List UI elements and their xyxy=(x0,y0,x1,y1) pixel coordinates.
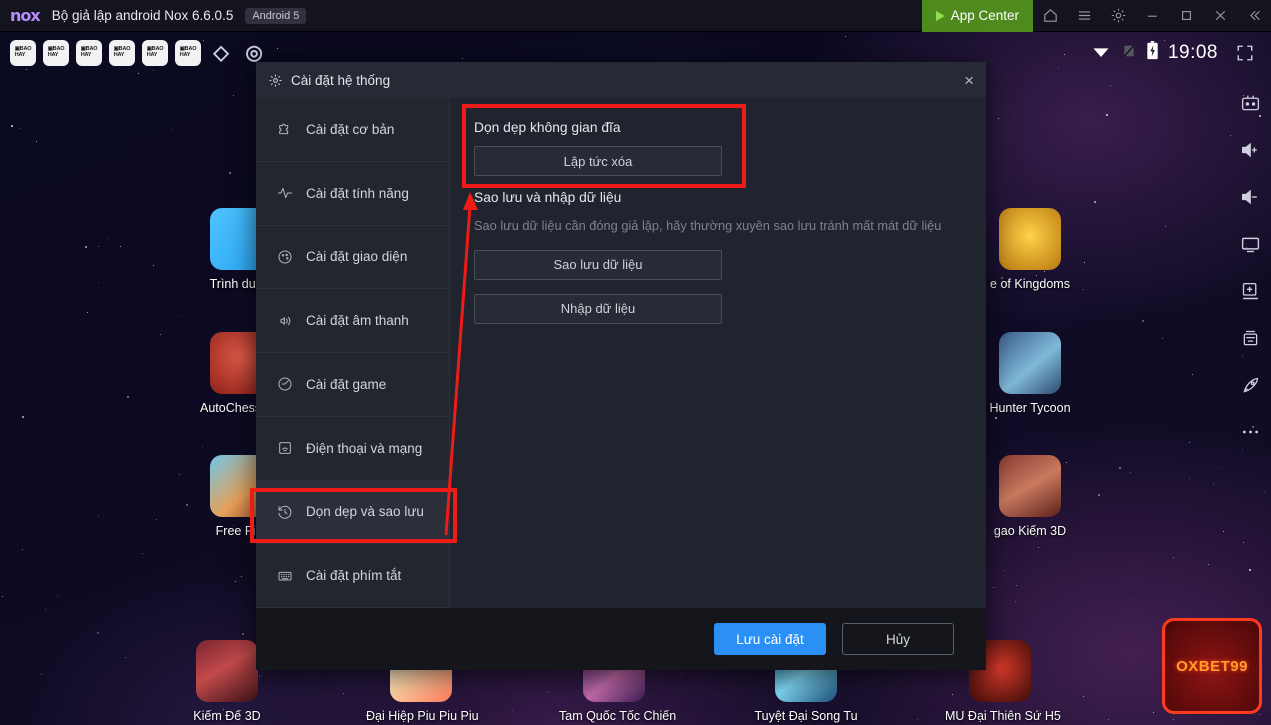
quick-icon-bao-hay[interactable]: ▣BAO HAY xyxy=(142,40,168,66)
section-title: Sao lưu và nhập dữ liệu xyxy=(474,190,622,205)
close-icon[interactable] xyxy=(1203,0,1237,32)
gamepad-icon xyxy=(276,376,293,392)
window-title: Bộ giả lập android Nox 6.6.0.5 xyxy=(51,8,234,23)
sidebar-item-label: Cài đặt âm thanh xyxy=(306,313,409,329)
quick-icon-bao-hay[interactable]: ▣BAO HAY xyxy=(109,40,135,66)
menu-icon[interactable] xyxy=(1067,0,1101,32)
sidebar-item-8[interactable]: Cài đặt phím tắt xyxy=(256,544,449,608)
more-options-icon[interactable] xyxy=(1236,417,1266,447)
quick-icon-bao-hay[interactable]: ▣BAO HAY xyxy=(76,40,102,66)
desktop-icon-label: Tam Quốc Tốc Chiến xyxy=(559,709,677,723)
settings-sidebar: Cài đặt cơ bản Cài đặt tính năng Cài đặt g… xyxy=(256,98,450,608)
emulator-side-toolbar xyxy=(1230,74,1271,694)
quick-icon-bao-hay[interactable]: ▣BAO HAY xyxy=(43,40,69,66)
desktop-icon-label: e of Kingdoms xyxy=(990,277,1070,291)
desktop-icon-label: Kiếm Đế 3D xyxy=(193,709,261,723)
app-center-button[interactable]: App Center xyxy=(921,0,1033,32)
section-action-button[interactable]: Sao lưu dữ liệu xyxy=(474,249,722,280)
app-icon-art xyxy=(999,455,1061,517)
desktop-icon-label: Hunter Tycoon xyxy=(989,401,1071,415)
desktop-icon-label: Tuyệt Đại Song Tu xyxy=(754,709,858,723)
volume-up-icon[interactable] xyxy=(1236,135,1266,165)
sidebar-item-label: Cài đặt phím tắt xyxy=(306,568,402,584)
section-description: Sao lưu dữ liệu cần đóng giả lập, hãy th… xyxy=(474,218,942,233)
section-action-button[interactable]: Lập tức xóa xyxy=(474,146,722,176)
quick-launch-icons: ▣BAO HAY ▣BAO HAY ▣BAO HAY ▣BAO HAY ▣BAO HAY … xyxy=(10,40,267,66)
sidebar-item-4[interactable]: Cài đặt âm thanh xyxy=(256,289,449,353)
sidebar-item-label: Cài đặt giao diện xyxy=(306,249,408,265)
maximize-icon[interactable] xyxy=(1169,0,1203,32)
nox-logo: nox xyxy=(10,6,41,25)
save-settings-button[interactable]: Lưu cài đặt xyxy=(714,623,826,655)
quick-icon-bao-hay[interactable]: ▣BAO HAY xyxy=(175,40,201,66)
desktop-icon[interactable]: gao Kiếm 3D xyxy=(975,455,1085,538)
dialog-title: Cài đặt hệ thống xyxy=(291,72,391,88)
app-center-label: App Center xyxy=(950,8,1019,23)
signal-icon xyxy=(1121,42,1137,65)
system-settings-dialog: Cài đặt hệ thống × Cài đặt cơ bản Cài đặt… xyxy=(256,62,986,670)
dialog-footer: Lưu cài đặt Hủy xyxy=(256,608,986,670)
oxbet99-label: OXBET99 xyxy=(1176,657,1248,675)
volume-down-icon[interactable] xyxy=(1236,182,1266,212)
android-version-badge: Android 5 xyxy=(245,7,307,24)
minimize-icon[interactable] xyxy=(1135,0,1169,32)
gear-icon xyxy=(268,73,283,88)
section-action-button[interactable]: Nhập dữ liệu xyxy=(474,293,722,324)
boost-icon[interactable] xyxy=(1236,370,1266,400)
sidebar-item-label: Điện thoại và mạng xyxy=(306,440,423,456)
desktop-icon[interactable]: Hunter Tycoon xyxy=(975,332,1085,415)
fullscreen-icon[interactable] xyxy=(1227,35,1263,71)
desktop-icon-label: MU Đại Thiên Sứ H5 xyxy=(945,709,1061,723)
desktop-icon-label: gao Kiếm 3D xyxy=(993,524,1067,538)
status-clock: 19:08 xyxy=(1167,42,1218,63)
sidebar-item-6[interactable]: Điện thoại và mạng xyxy=(256,417,449,481)
home-icon[interactable] xyxy=(1033,0,1067,32)
screenshot-icon[interactable] xyxy=(1236,229,1266,259)
palette-icon xyxy=(276,249,293,265)
multi-instance-icon[interactable] xyxy=(1236,323,1266,353)
settings-content-panel: Dọn dẹp không gian đĩa Lập tức xóa Sao lưu… xyxy=(450,98,986,608)
battery-charging-icon xyxy=(1146,41,1159,65)
settings-section: Dọn dẹp không gian đĩa Lập tức xóa xyxy=(474,120,962,176)
desktop-icon-label: Đại Hiệp Piu Piu Piu xyxy=(366,709,479,723)
oxbet99-widget[interactable]: OXBET99 xyxy=(1162,618,1262,714)
diamond-icon[interactable]: ◇ xyxy=(208,40,234,66)
dialog-titlebar: Cài đặt hệ thống × xyxy=(256,62,986,98)
keyboard-icon xyxy=(276,568,293,584)
close-icon[interactable]: × xyxy=(964,72,974,89)
window-titlebar: nox Bộ giả lập android Nox 6.6.0.5 Andro… xyxy=(0,0,1271,32)
app-icon-art xyxy=(999,208,1061,270)
app-icon-art xyxy=(999,332,1061,394)
play-icon xyxy=(935,10,945,21)
sidebar-item-label: Cài đặt tính năng xyxy=(306,185,409,201)
install-apk-icon[interactable] xyxy=(1236,276,1266,306)
collapse-icon[interactable] xyxy=(1237,0,1271,32)
gear-icon[interactable] xyxy=(1101,0,1135,32)
sidebar-item-3[interactable]: Cài đặt giao diện xyxy=(256,226,449,290)
sound-icon xyxy=(276,313,293,329)
sidebar-item-label: Cài đặt cơ bản xyxy=(306,121,395,137)
keyboard-mapping-icon[interactable] xyxy=(1236,88,1266,118)
sidebar-item-1[interactable]: Cài đặt cơ bản xyxy=(256,98,449,162)
sidebar-item-label: Cài đặt game xyxy=(306,376,387,392)
network-icon xyxy=(276,440,293,456)
desktop-icon[interactable]: e of Kingdoms xyxy=(975,208,1085,291)
sidebar-item-2[interactable]: Cài đặt tính năng xyxy=(256,162,449,226)
quick-icon-bao-hay[interactable]: ▣BAO HAY xyxy=(10,40,36,66)
sidebar-item-5[interactable]: Cài đặt game xyxy=(256,353,449,417)
section-title: Dọn dẹp không gian đĩa xyxy=(474,120,621,135)
settings-section: Sao lưu và nhập dữ liệu Sao lưu dữ liệu c… xyxy=(474,190,962,324)
sidebar-item-7[interactable]: Dọn dẹp và sao lưu xyxy=(256,480,449,545)
cancel-button[interactable]: Hủy xyxy=(842,623,954,655)
history-icon xyxy=(276,504,293,520)
app-icon-art xyxy=(196,640,258,702)
puzzle-icon xyxy=(276,121,293,137)
sidebar-item-label: Dọn dẹp và sao lưu xyxy=(306,504,424,520)
wifi-icon xyxy=(1090,42,1112,65)
pulse-icon xyxy=(276,185,293,201)
